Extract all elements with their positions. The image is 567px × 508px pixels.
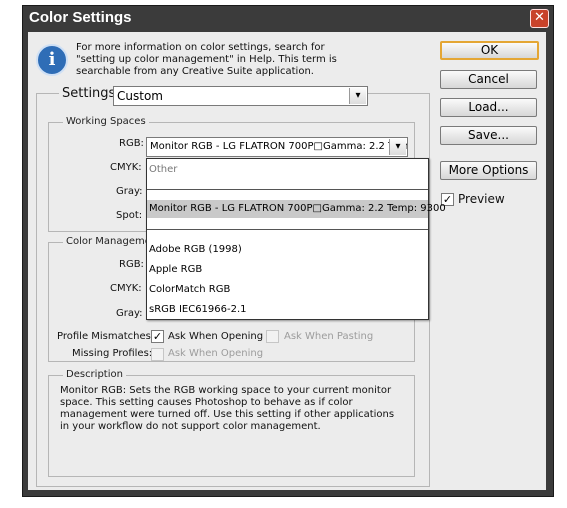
dropdown-separator	[147, 229, 428, 230]
info-text: For more information on color settings, …	[76, 42, 337, 77]
dropdown-item-other[interactable]: Other	[149, 163, 177, 177]
working-rgb-select[interactable]: Monitor RGB - LG FLATRON 700P□Gamma: 2.2…	[146, 137, 408, 157]
color-settings-window: Color Settings ✕ i For more information …	[22, 5, 554, 497]
ask-when-opening-checkbox[interactable]: ✓	[151, 330, 164, 343]
description-legend: Description	[63, 369, 126, 380]
dropdown-item-adobe-rgb[interactable]: Adobe RGB (1998)	[149, 243, 242, 257]
working-rgb-value: Monitor RGB - LG FLATRON 700P□Gamma: 2.2…	[150, 141, 408, 152]
info-icon: i	[36, 44, 68, 76]
ok-button[interactable]: OK	[440, 41, 539, 60]
cm-cmyk-label: CMYK:	[110, 283, 142, 294]
rgb-dropdown-list: Other Monitor RGB - LG FLATRON 700P□Gamm…	[146, 158, 446, 320]
cancel-button[interactable]: Cancel	[440, 70, 537, 89]
ask-when-opening-label: Ask When Opening	[168, 331, 264, 342]
dropdown-separator	[147, 189, 428, 190]
settings-select[interactable]: Custom ▾	[113, 86, 368, 106]
profile-mismatches-label: Profile Mismatches:	[57, 331, 155, 342]
save-button[interactable]: Save...	[440, 126, 537, 145]
missing-ask-when-opening-checkbox	[151, 348, 164, 361]
cm-rgb-label: RGB:	[119, 259, 144, 270]
dropdown-item-selected[interactable]: Monitor RGB - LG FLATRON 700P□Gamma: 2.2…	[147, 200, 446, 218]
preview-label: Preview	[458, 192, 505, 206]
window-title: Color Settings	[29, 9, 132, 26]
working-cmyk-label: CMYK:	[110, 162, 142, 173]
dropdown-item-apple-rgb[interactable]: Apple RGB	[149, 263, 202, 277]
settings-value: Custom	[117, 89, 163, 103]
dropdown-item-colormatch-rgb[interactable]: ColorMatch RGB	[149, 283, 230, 297]
dialog-client-area: i For more information on color settings…	[28, 32, 546, 490]
title-bar: Color Settings	[23, 6, 553, 30]
more-options-button[interactable]: More Options	[440, 161, 537, 180]
working-rgb-label: RGB:	[119, 138, 144, 149]
chevron-down-icon[interactable]: ▾	[349, 88, 366, 104]
missing-profiles-label: Missing Profiles:	[72, 348, 153, 359]
working-spot-label: Spot:	[116, 210, 143, 221]
missing-ask-when-opening-label: Ask When Opening	[168, 348, 264, 359]
ask-when-pasting-label: Ask When Pasting	[284, 331, 374, 342]
dropdown-item-srgb[interactable]: sRGB IEC61966-2.1	[149, 303, 247, 317]
load-button[interactable]: Load...	[440, 98, 537, 117]
cm-gray-label: Gray:	[116, 308, 143, 319]
working-gray-label: Gray:	[116, 186, 143, 197]
chevron-down-icon[interactable]: ▾	[389, 139, 406, 155]
ask-when-pasting-checkbox	[266, 330, 279, 343]
close-icon[interactable]: ✕	[530, 9, 549, 28]
working-spaces-legend: Working Spaces	[63, 116, 149, 127]
color-management-legend: Color Manageme	[63, 236, 154, 247]
description-text: Monitor RGB: Sets the RGB working space …	[60, 385, 395, 432]
